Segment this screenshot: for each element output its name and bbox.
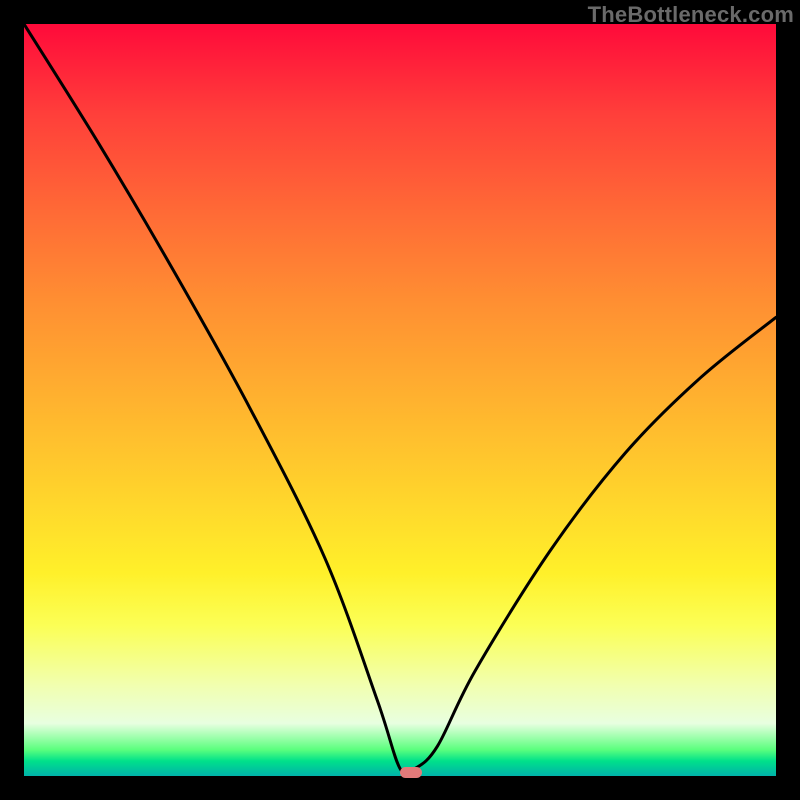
min-marker <box>400 767 422 778</box>
chart-frame: TheBottleneck.com <box>0 0 800 800</box>
bottleneck-curve <box>24 24 776 776</box>
curve-path <box>24 24 776 774</box>
watermark-text: TheBottleneck.com <box>588 2 794 28</box>
plot-area <box>24 24 776 776</box>
